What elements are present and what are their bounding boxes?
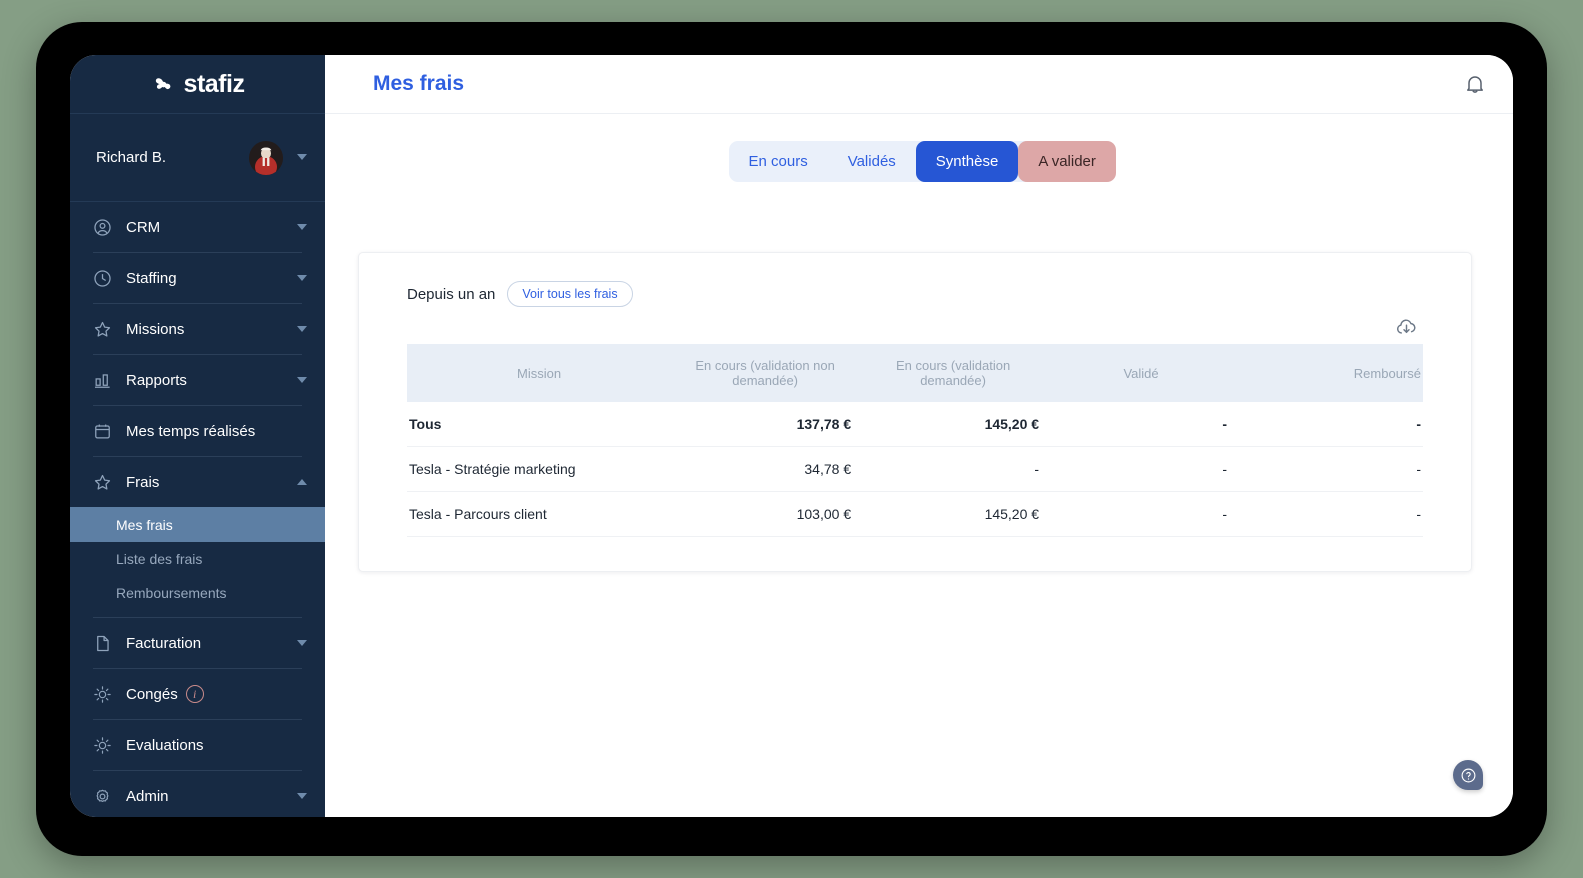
sun-icon <box>93 685 112 704</box>
see-all-expenses-button[interactable]: Voir tous les frais <box>507 281 633 307</box>
sidebar-item-label: Facturation <box>126 634 202 652</box>
chevron-up-icon[interactable] <box>297 477 308 488</box>
chevron-down-icon[interactable] <box>297 152 308 163</box>
stafiz-pinwheel-logo-icon <box>151 72 176 97</box>
sidebar-item-liste-des-frais[interactable]: Liste des frais <box>70 542 325 576</box>
column-header-validated: Validé <box>1123 365 1159 381</box>
expenses-summary-table: Mission En cours (validation non demandé… <box>407 344 1423 537</box>
sidebar-item-missions[interactable]: Missions <box>70 304 325 354</box>
sidebar-item-frais[interactable]: Frais <box>70 457 325 507</box>
sidebar-item-label: Rapports <box>126 371 187 389</box>
chevron-down-icon[interactable] <box>297 791 308 802</box>
cell-validated: - <box>1047 491 1236 537</box>
cell-pending-not-requested: 137,78 € <box>671 402 860 447</box>
cell-pending-requested: 145,20 € <box>859 491 1048 537</box>
sidebar-subitem-label: Mes frais <box>116 516 173 533</box>
table-row[interactable]: Tous 137,78 € 145,20 € - - <box>407 402 1423 447</box>
brand-name: stafiz <box>183 69 245 98</box>
star-icon <box>93 473 112 492</box>
table-header-row: Mission En cours (validation non demandé… <box>407 344 1423 402</box>
chevron-down-icon[interactable] <box>297 638 308 649</box>
user-menu[interactable]: Richard B. <box>70 114 325 202</box>
since-label: Depuis un an <box>407 285 496 303</box>
document-icon <box>93 634 112 653</box>
main-area: Mes frais En cours Validés Synthèse A va… <box>325 55 1513 817</box>
sidebar-item-label: CRM <box>126 218 161 236</box>
table-head: Mission En cours (validation non demandé… <box>407 344 1423 402</box>
cell-mission: Tous <box>407 402 672 447</box>
content-area: En cours Validés Synthèse A valider Depu… <box>325 114 1513 817</box>
column-header-pending-requested: En cours (validation demandée) <box>896 358 1011 388</box>
cell-reimbursed: - <box>1235 491 1423 537</box>
notification-bell-icon[interactable] <box>1463 72 1487 96</box>
avatar <box>249 140 283 175</box>
top-bar: Mes frais <box>325 55 1513 114</box>
sidebar-item-facturation[interactable]: Facturation <box>70 618 325 668</box>
cell-pending-not-requested: 34,78 € <box>671 446 860 492</box>
column-header-reimbursed: Remboursé <box>1353 365 1421 381</box>
cell-validated: - <box>1047 446 1236 492</box>
sidebar-item-evaluations[interactable]: Evaluations <box>70 720 325 770</box>
sidebar-item-label: Admin <box>126 787 169 805</box>
sidebar-subitem-label: Liste des frais <box>116 551 203 567</box>
tab-en-cours[interactable]: En cours <box>729 141 828 182</box>
sidebar: stafiz Richard B. CRM Staffing Missions … <box>70 55 325 817</box>
sidebar-item-label: Staffing <box>126 269 177 287</box>
column-header-pending-not-requested: En cours (validation non demandée) <box>695 358 835 388</box>
table-body: Tous 137,78 € 145,20 € - - Tesla - Strat… <box>407 402 1423 537</box>
cell-mission: Tesla - Parcours client <box>407 491 672 537</box>
tab-bar: En cours Validés Synthèse A valider <box>728 141 1116 182</box>
sidebar-item-admin[interactable]: Admin <box>70 771 325 817</box>
gear-icon <box>93 787 112 806</box>
cell-validated: - <box>1047 402 1236 447</box>
star-icon <box>93 320 112 339</box>
calendar-icon <box>93 422 112 441</box>
card-toolbar <box>359 307 1471 339</box>
cell-pending-requested: 145,20 € <box>859 402 1048 447</box>
help-button[interactable] <box>1453 760 1483 790</box>
brand-logo[interactable]: stafiz <box>70 55 325 114</box>
sidebar-item-label: Frais <box>126 473 160 491</box>
chevron-down-icon[interactable] <box>297 222 308 233</box>
chevron-down-icon[interactable] <box>297 273 308 284</box>
sidebar-item-label: Evaluations <box>126 736 204 754</box>
card-header: Depuis un an Voir tous les frais <box>359 253 1471 307</box>
clock-icon <box>93 269 112 288</box>
sidebar-item-conges[interactable]: Congés i <box>70 669 325 719</box>
tab-a-valider[interactable]: A valider <box>1018 141 1116 182</box>
cell-pending-requested: - <box>859 446 1048 492</box>
cell-mission: Tesla - Stratégie marketing <box>407 446 672 492</box>
app-screen: stafiz Richard B. CRM Staffing Missions … <box>70 55 1513 817</box>
sidebar-item-mes-temps-realises[interactable]: Mes temps réalisés <box>70 406 325 456</box>
chevron-down-icon[interactable] <box>297 375 308 386</box>
sidebar-item-crm[interactable]: CRM <box>70 202 325 252</box>
question-mark-icon <box>1461 768 1475 782</box>
cloud-download-icon[interactable] <box>1394 315 1419 340</box>
bar-chart-icon <box>93 371 112 390</box>
sidebar-item-label: Mes temps réalisés <box>126 422 256 440</box>
cell-reimbursed: - <box>1235 446 1423 492</box>
chevron-down-icon[interactable] <box>297 324 308 335</box>
cell-pending-not-requested: 103,00 € <box>671 491 860 537</box>
column-header-mission: Mission <box>517 365 562 381</box>
user-name: Richard B. <box>96 149 167 166</box>
sidebar-item-mes-frais[interactable]: Mes frais <box>70 507 325 542</box>
info-icon[interactable]: i <box>185 685 204 703</box>
sidebar-item-label: Missions <box>126 320 185 338</box>
sidebar-item-staffing[interactable]: Staffing <box>70 253 325 303</box>
user-circle-icon <box>93 218 112 237</box>
sidebar-item-label: Congés <box>126 685 178 703</box>
cell-reimbursed: - <box>1235 402 1423 447</box>
sidebar-subitem-label: Remboursements <box>116 585 227 601</box>
tab-synthese[interactable]: Synthèse <box>915 141 1019 182</box>
sidebar-item-rapports[interactable]: Rapports <box>70 355 325 405</box>
table-row[interactable]: Tesla - Stratégie marketing 34,78 € - - … <box>407 446 1423 492</box>
summary-card: Depuis un an Voir tous les frais Mission… <box>358 252 1472 572</box>
sidebar-item-remboursements[interactable]: Remboursements <box>70 576 325 610</box>
sun-icon <box>93 736 112 755</box>
table-row[interactable]: Tesla - Parcours client 103,00 € 145,20 … <box>407 491 1423 537</box>
page-title: Mes frais <box>373 72 465 95</box>
tab-valides[interactable]: Validés <box>828 141 916 182</box>
